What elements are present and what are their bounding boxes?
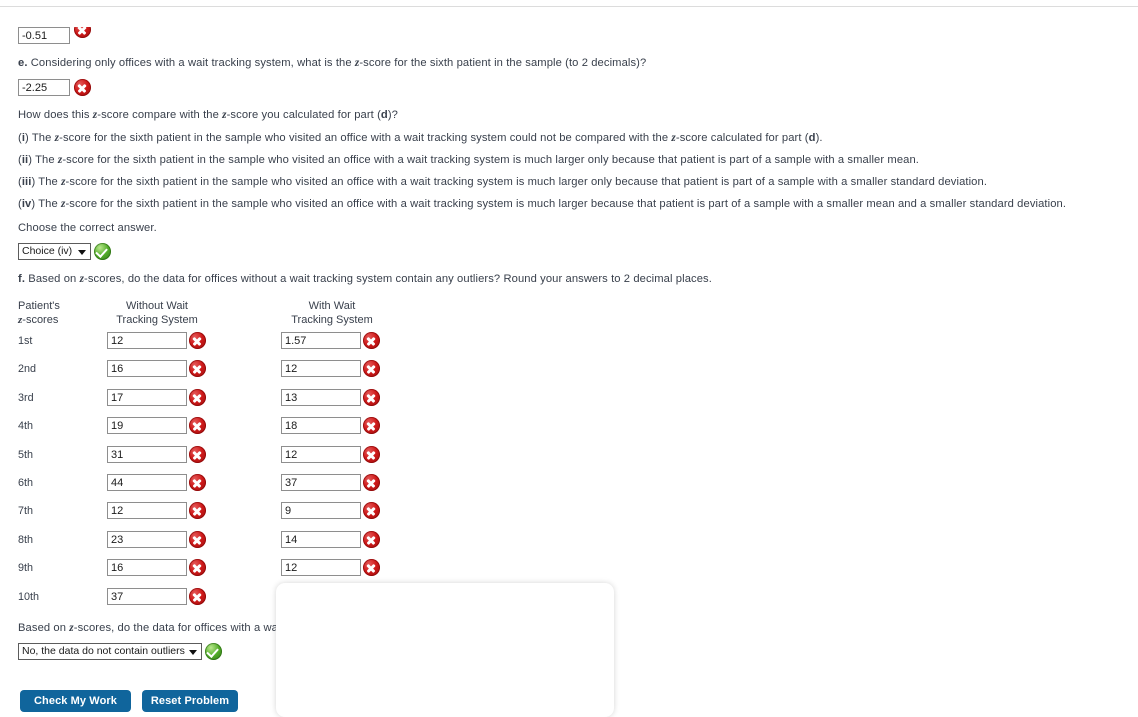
- table-header-with-wait: With Wait Tracking System: [267, 299, 397, 327]
- with-wait-input[interactable]: [281, 389, 361, 406]
- with-wait-status-x-icon: [363, 559, 380, 576]
- table-header-without-wait-line2: Tracking System: [116, 314, 198, 326]
- table-header-rowlabel-line2: z-scores: [18, 314, 59, 326]
- part-e-question: e. Considering only offices with a wait …: [18, 56, 646, 70]
- choice-select-value: Choice (iv): [22, 245, 73, 257]
- with-wait-input[interactable]: [281, 559, 361, 576]
- part-f-question-text: Based on z-scores, do the data for offic…: [28, 273, 712, 285]
- without-wait-status-x-icon: [189, 389, 206, 406]
- without-wait-input[interactable]: [107, 559, 187, 576]
- without-wait-input[interactable]: [107, 502, 187, 519]
- with-wait-status-x-icon: [363, 446, 380, 463]
- choice-select[interactable]: Choice (iv): [18, 243, 91, 260]
- with-wait-input[interactable]: [281, 502, 361, 519]
- without-wait-input[interactable]: [107, 588, 187, 605]
- answer-d-status-icon-clipped: [74, 27, 91, 38]
- row-label: 3rd: [18, 392, 34, 404]
- with-wait-status-x-icon: [363, 474, 380, 491]
- table-header-without-wait: Without Wait Tracking System: [92, 299, 222, 327]
- with-wait-input[interactable]: [281, 446, 361, 463]
- part-e-label: e.: [18, 57, 28, 69]
- without-wait-status-x-icon: [189, 417, 206, 434]
- with-wait-status-x-icon: [363, 417, 380, 434]
- floating-panel: [276, 583, 614, 717]
- row-label: 2nd: [18, 363, 37, 375]
- option-iii: (iii) The z-score for the sixth patient …: [18, 176, 988, 188]
- with-wait-input[interactable]: [281, 417, 361, 434]
- row-label: 4th: [18, 420, 34, 432]
- chevron-down-icon: [189, 650, 197, 655]
- with-wait-input[interactable]: [281, 332, 361, 349]
- table-header-with-wait-line1: With Wait: [308, 300, 356, 312]
- without-wait-status-x-icon: [189, 474, 206, 491]
- outlier-status-check-icon: [205, 643, 222, 660]
- without-wait-status-x-icon: [189, 332, 206, 349]
- without-wait-input[interactable]: [107, 446, 187, 463]
- part-e-answer-input[interactable]: [18, 79, 70, 96]
- with-wait-input[interactable]: [281, 531, 361, 548]
- table-header-with-wait-line2: Tracking System: [291, 314, 373, 326]
- without-wait-status-x-icon: [189, 588, 206, 605]
- without-wait-input[interactable]: [107, 531, 187, 548]
- part-e-status-x-icon: [74, 79, 91, 96]
- option-iv: (iv) The z-score for the sixth patient i…: [18, 198, 1067, 210]
- choose-answer-prompt: Choose the correct answer.: [18, 222, 157, 234]
- table-header-without-wait-line1: Without Wait: [126, 300, 188, 312]
- top-divider: [0, 6, 1138, 7]
- check-my-work-button[interactable]: Check My Work: [20, 690, 131, 712]
- without-wait-input[interactable]: [107, 360, 187, 377]
- part-e-question-text: Considering only offices with a wait tra…: [30, 57, 647, 69]
- table-header-rowlabel: Patient's z-scores: [18, 299, 60, 327]
- reset-problem-button[interactable]: Reset Problem: [142, 690, 238, 712]
- part-f-question: f. Based on z-scores, do the data for of…: [18, 272, 712, 286]
- with-wait-status-x-icon: [363, 502, 380, 519]
- with-wait-status-x-icon: [363, 389, 380, 406]
- without-wait-input[interactable]: [107, 389, 187, 406]
- outlier-select[interactable]: No, the data do not contain outliers: [18, 643, 202, 660]
- row-label: 5th: [18, 449, 34, 461]
- compare-prompt: How does this z-score compare with the z…: [18, 109, 398, 121]
- without-wait-status-x-icon: [189, 559, 206, 576]
- part-f-label: f.: [18, 273, 26, 285]
- chevron-down-icon: [78, 250, 86, 255]
- without-wait-input[interactable]: [107, 474, 187, 491]
- row-label: 1st: [18, 335, 33, 347]
- without-wait-status-x-icon: [189, 446, 206, 463]
- x-icon: [74, 27, 91, 38]
- without-wait-input[interactable]: [107, 332, 187, 349]
- with-wait-status-x-icon: [363, 332, 380, 349]
- without-wait-status-x-icon: [189, 531, 206, 548]
- row-label: 7th: [18, 505, 34, 517]
- table-header-rowlabel-line1: Patient's: [18, 300, 60, 312]
- without-wait-status-x-icon: [189, 360, 206, 377]
- without-wait-status-x-icon: [189, 502, 206, 519]
- without-wait-input[interactable]: [107, 417, 187, 434]
- with-wait-status-x-icon: [363, 531, 380, 548]
- option-ii: (ii) The z-score for the sixth patient i…: [18, 154, 919, 166]
- option-i: (i) The z-score for the sixth patient in…: [18, 132, 823, 144]
- with-wait-input[interactable]: [281, 360, 361, 377]
- choice-status-check-icon: [94, 243, 111, 260]
- row-label: 8th: [18, 534, 34, 546]
- outlier-select-value: No, the data do not contain outliers: [22, 645, 185, 657]
- row-label: 9th: [18, 562, 34, 574]
- row-label: 10th: [18, 591, 40, 603]
- with-wait-input[interactable]: [281, 474, 361, 491]
- row-label: 6th: [18, 477, 34, 489]
- with-wait-status-x-icon: [363, 360, 380, 377]
- answer-d-input[interactable]: [18, 27, 70, 44]
